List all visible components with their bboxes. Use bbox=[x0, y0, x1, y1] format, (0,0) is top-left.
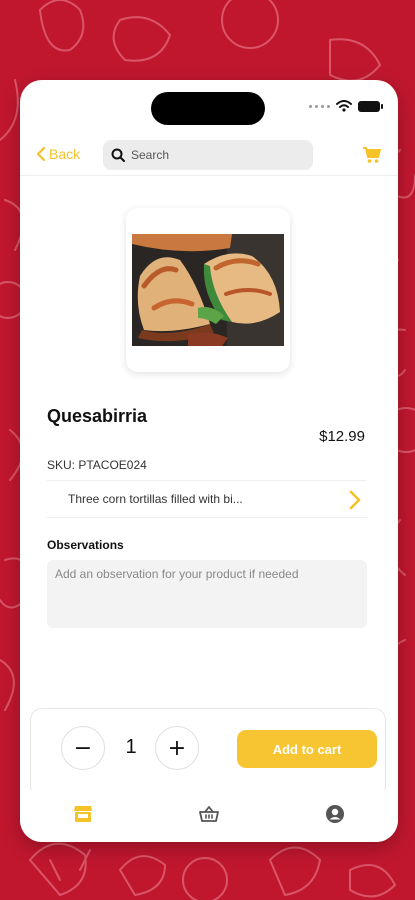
chevron-right-icon bbox=[349, 490, 361, 510]
back-label: Back bbox=[49, 146, 81, 162]
product-sku: SKU: PTACOE024 bbox=[47, 458, 147, 472]
status-icons bbox=[309, 100, 383, 112]
basket-icon bbox=[199, 806, 219, 822]
search-input[interactable] bbox=[131, 148, 301, 162]
increase-quantity-button[interactable]: + bbox=[155, 726, 199, 770]
observations-label: Observations bbox=[47, 538, 124, 552]
top-navigation: Back bbox=[20, 136, 398, 176]
account-icon bbox=[326, 805, 344, 823]
product-description-row[interactable]: Three corn tortillas filled with bi... bbox=[47, 480, 367, 518]
decrease-quantity-button[interactable]: − bbox=[61, 726, 105, 770]
dynamic-island bbox=[151, 92, 265, 125]
cart-button[interactable] bbox=[362, 146, 382, 169]
plus-icon: + bbox=[167, 735, 187, 761]
quantity-value: 1 bbox=[125, 736, 137, 758]
observations-input[interactable] bbox=[47, 560, 367, 628]
tab-basket[interactable] bbox=[189, 794, 229, 834]
tab-account[interactable] bbox=[315, 794, 355, 834]
tab-store[interactable] bbox=[63, 794, 103, 834]
store-icon bbox=[74, 806, 92, 822]
back-button[interactable]: Back bbox=[36, 146, 80, 162]
add-to-cart-button[interactable]: Add to cart bbox=[237, 730, 377, 768]
search-icon bbox=[111, 148, 125, 162]
bottom-tab-bar bbox=[20, 790, 398, 842]
phone-screen: Back Search Quesabirria $12.99 SKU: PTAC… bbox=[20, 80, 398, 842]
minus-icon: − bbox=[73, 735, 93, 761]
product-price: $12.99 bbox=[319, 428, 365, 445]
signal-icon bbox=[309, 104, 330, 108]
status-bar bbox=[20, 80, 398, 132]
product-description: Three corn tortillas filled with bi... bbox=[68, 492, 243, 506]
product-image-card bbox=[126, 208, 290, 372]
wifi-icon bbox=[336, 100, 352, 112]
product-name: Quesabirria bbox=[47, 406, 148, 426]
search-bar[interactable] bbox=[103, 140, 313, 170]
chevron-left-icon bbox=[36, 146, 46, 162]
add-to-cart-panel: − 1 + Add to cart bbox=[30, 708, 386, 798]
battery-icon bbox=[358, 100, 383, 112]
shopping-cart-icon bbox=[363, 147, 381, 163]
product-photo bbox=[132, 234, 284, 346]
